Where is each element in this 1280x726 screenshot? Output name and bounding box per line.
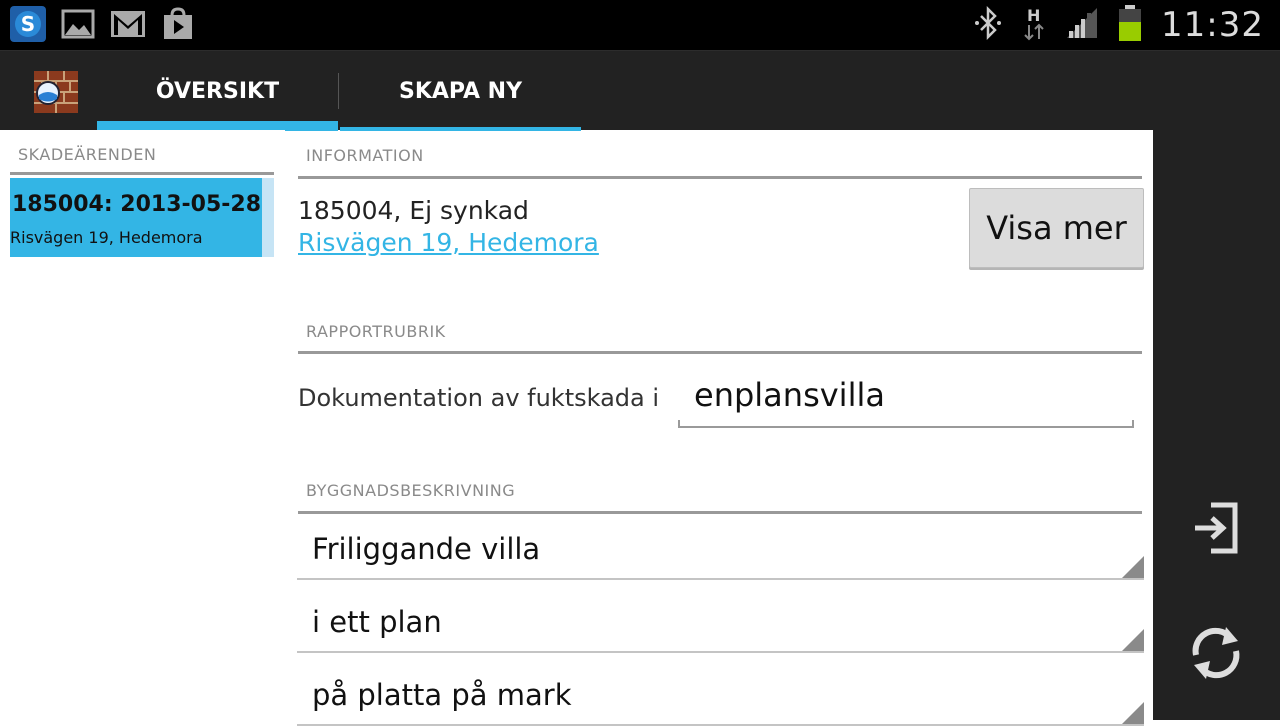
address-link[interactable]: Risvägen 19, Hedemora: [298, 228, 599, 257]
tab-create-new-label: SKAPA NY: [398, 78, 523, 104]
data-h-icon: H: [1021, 5, 1047, 45]
skype-icon: S: [10, 6, 46, 42]
input-right-tick: [1132, 420, 1134, 428]
information-divider: [298, 176, 1142, 179]
case-title: 185004: 2013-05-28: [12, 192, 262, 217]
bluetooth-icon: [973, 5, 1003, 44]
battery-icon: [1117, 4, 1143, 46]
information-header: INFORMATION: [306, 146, 424, 165]
report-title-prefix: Dokumentation av fuktskada i: [298, 384, 660, 412]
floors-spinner[interactable]: i ett plan: [297, 587, 1144, 653]
login-icon: [1193, 501, 1239, 559]
sync-icon: [1186, 623, 1246, 687]
tab-divider: [338, 73, 339, 109]
list-item[interactable]: 185004: 2013-05-28 Risvägen 19, Hedemora: [10, 178, 262, 257]
status-bar: S H 11:32: [0, 0, 1280, 50]
spinner-underline: [297, 578, 1144, 580]
floors-value: i ett plan: [312, 605, 442, 639]
case-status-text: 185004, Ej synkad: [298, 196, 529, 225]
case-list-header: SKADEÄRENDEN: [18, 145, 157, 164]
right-action-panel: [1153, 130, 1280, 720]
building-type-spinner[interactable]: Friliggande villa: [297, 514, 1144, 580]
case-list-panel: SKADEÄRENDEN 185004: 2013-05-28 Risvägen…: [0, 130, 285, 720]
login-button[interactable]: [1181, 495, 1251, 565]
case-address: Risvägen 19, Hedemora: [10, 228, 203, 247]
sync-button[interactable]: [1181, 620, 1251, 690]
show-more-button[interactable]: Visa mer: [969, 188, 1144, 268]
spinner-underline: [297, 651, 1144, 653]
building-description-header: BYGGNADSBESKRIVNING: [306, 481, 516, 500]
svg-text:S: S: [21, 12, 35, 36]
list-scrollbar[interactable]: [262, 178, 274, 257]
gallery-icon: [60, 6, 96, 42]
spinner-arrow-icon: [1122, 556, 1144, 578]
signal-icon: [1065, 6, 1099, 44]
notification-icons: S: [10, 6, 196, 42]
play-store-icon: [160, 6, 196, 42]
case-detail-panel: INFORMATION 185004, Ej synkad Risvägen 1…: [285, 130, 1153, 726]
system-icons: H 11:32: [973, 0, 1264, 50]
building-type-value: Friliggande villa: [312, 532, 541, 566]
report-title-header: RAPPORTRUBRIK: [306, 322, 446, 341]
report-title-input[interactable]: enplansvilla: [678, 370, 1134, 426]
clock: 11:32: [1161, 5, 1264, 45]
gmail-icon: [110, 6, 146, 42]
spinner-arrow-icon: [1122, 629, 1144, 651]
app-logo-icon[interactable]: [30, 67, 80, 117]
input-left-tick: [678, 420, 680, 428]
foundation-value: på platta på mark: [312, 678, 572, 712]
tab-overview[interactable]: ÖVERSIKT: [97, 51, 338, 131]
tab-overview-label: ÖVERSIKT: [155, 78, 280, 104]
case-list-divider: [10, 172, 274, 175]
report-title-divider: [298, 351, 1142, 354]
report-title-input-underline: [678, 426, 1134, 428]
foundation-spinner[interactable]: på platta på mark: [297, 660, 1144, 726]
svg-text:H: H: [1027, 6, 1040, 25]
spinner-arrow-icon: [1122, 702, 1144, 724]
tab-create-new[interactable]: SKAPA NY: [340, 51, 581, 131]
action-bar: ÖVERSIKT SKAPA NY: [0, 50, 1280, 131]
